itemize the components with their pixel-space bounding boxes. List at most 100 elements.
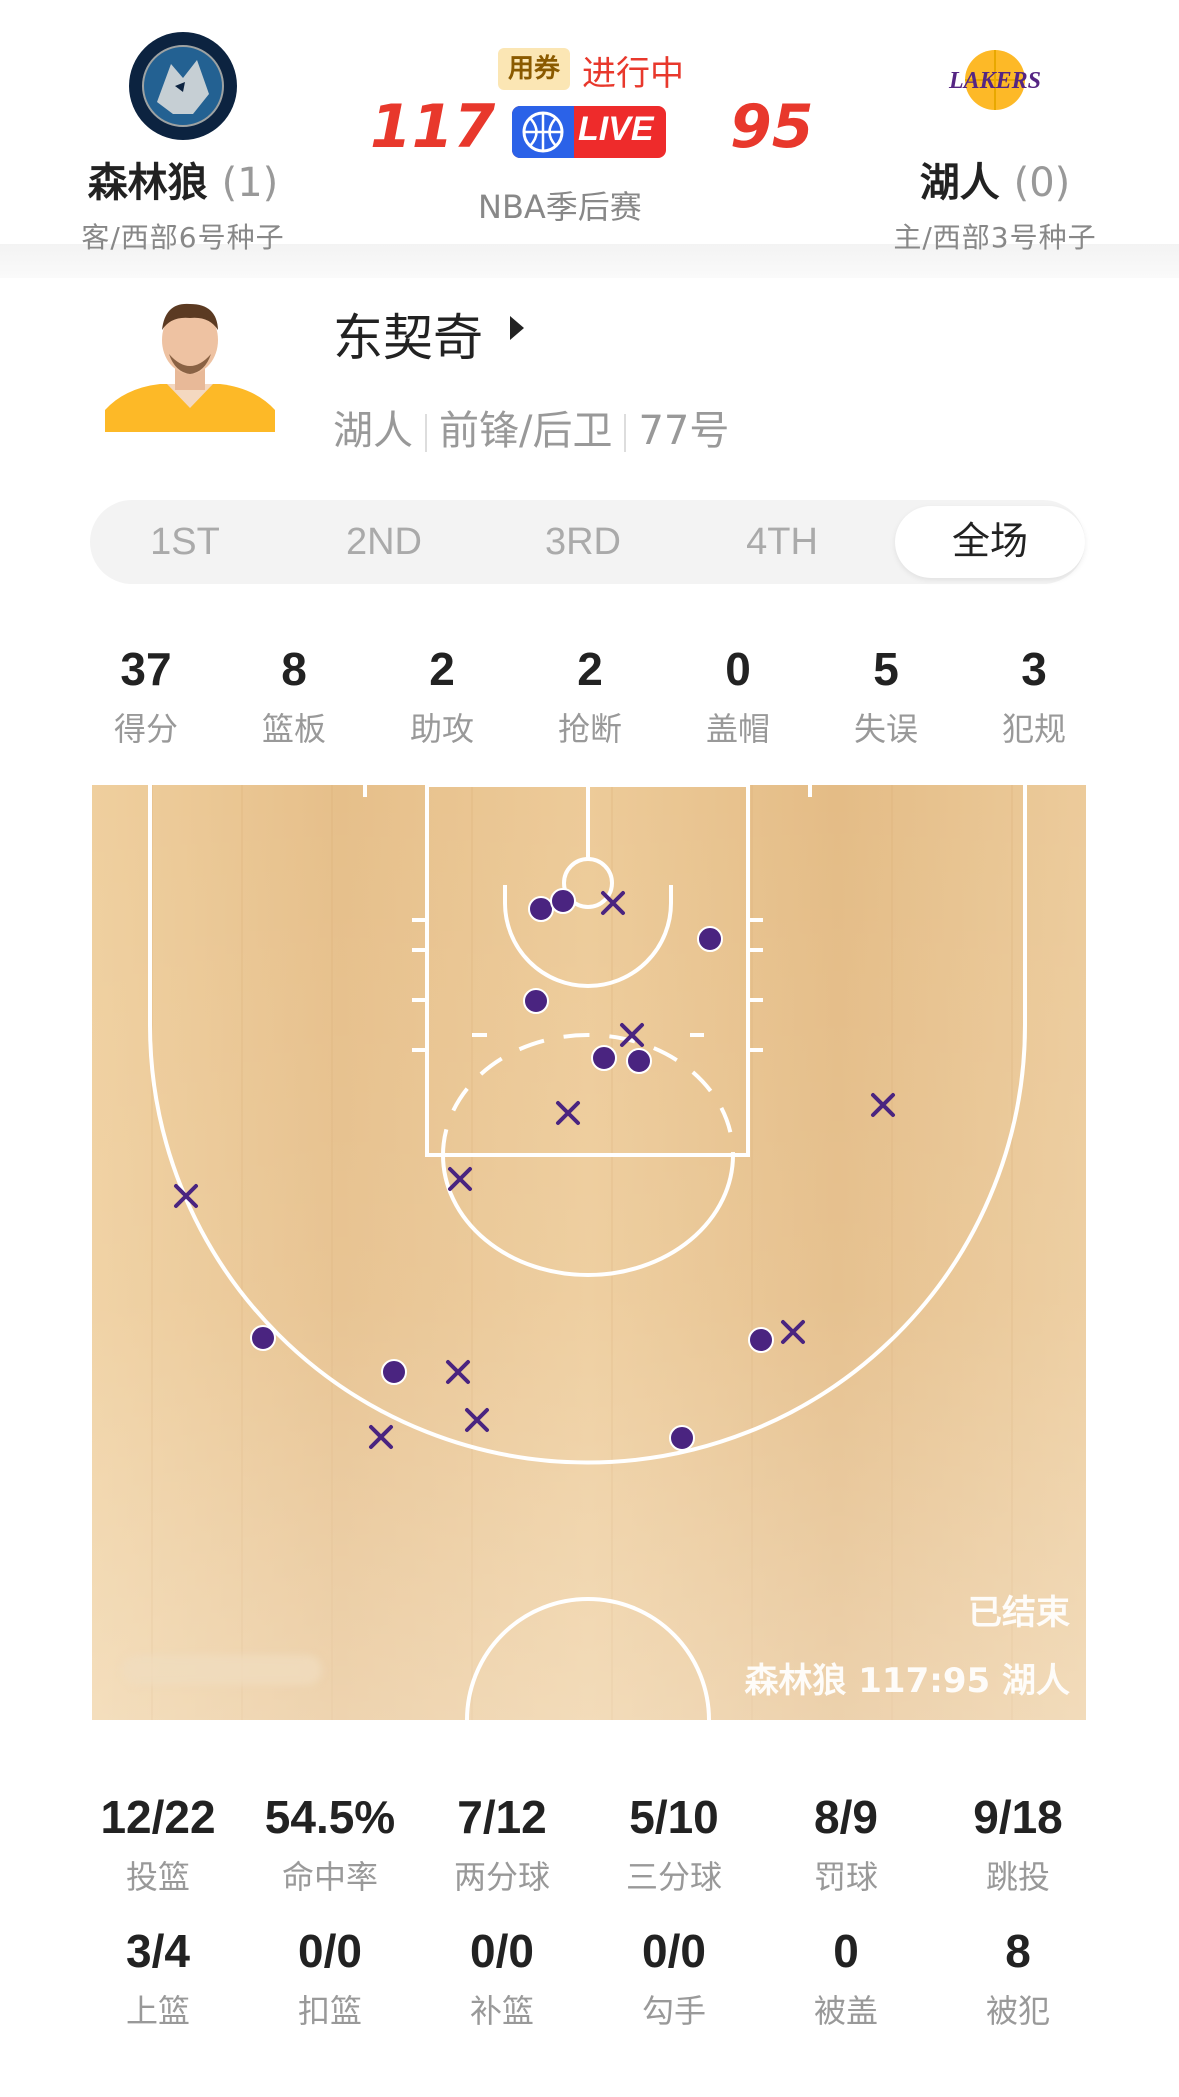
player-name[interactable]: 东契奇 — [333, 298, 483, 370]
away-team-seed: 客/西部6号种子 — [81, 221, 285, 254]
tab-3rd[interactable]: 3RD — [488, 506, 678, 578]
stat-rebounds: 8 篮板 — [220, 642, 368, 750]
shoot-fg-pct: 54.5% 命中率 — [244, 1790, 416, 1898]
timberwolves-logo-icon — [127, 30, 239, 142]
made-shot-marker — [381, 1359, 407, 1385]
away-team-name: 森林狼 (1) — [38, 150, 328, 208]
shoot-label: 勾手 — [641, 1992, 706, 2030]
made-shot-marker — [591, 1045, 617, 1071]
made-shot-marker — [748, 1327, 774, 1353]
made-shot-marker — [550, 888, 576, 914]
shoot-value: 0/0 — [470, 1925, 534, 1977]
shoot-value: 0/0 — [642, 1925, 706, 1977]
shoot-value: 0/0 — [298, 1925, 362, 1977]
stat-label: 助攻 — [409, 710, 474, 748]
home-team-name: 湖人 (0) — [850, 150, 1140, 208]
shoot-ft: 8/9 罚球 — [760, 1790, 932, 1898]
made-shot-marker — [626, 1048, 652, 1074]
shoot-label: 罚球 — [813, 1858, 878, 1896]
home-team-name-text: 湖人 — [919, 160, 1000, 206]
tab-1st[interactable]: 1ST — [90, 506, 280, 578]
shoot-value: 7/12 — [457, 1791, 547, 1843]
shoot-value: 3/4 — [126, 1925, 190, 1977]
shoot-fouled: 8 被犯 — [932, 1924, 1104, 2032]
shoot-label: 补篮 — [469, 1992, 534, 2030]
made-shot-marker — [523, 988, 549, 1014]
stat-assists: 2 助攻 — [368, 642, 516, 750]
stat-value: 5 — [873, 643, 899, 695]
stat-value: 3 — [1021, 643, 1047, 695]
game-status: 进行中 — [582, 54, 684, 94]
stat-value: 8 — [281, 643, 307, 695]
shoot-label: 两分球 — [453, 1858, 550, 1896]
shoot-label: 投篮 — [125, 1858, 190, 1896]
shoot-label: 上篮 — [125, 1992, 190, 2030]
shoot-label: 被盖 — [813, 1992, 878, 2030]
shoot-value: 12/22 — [100, 1791, 216, 1843]
shoot-dunk: 0/0 扣篮 — [244, 1924, 416, 2032]
tab-4th[interactable]: 4TH — [687, 506, 877, 578]
shoot-jumper: 9/18 跳投 — [932, 1790, 1104, 1898]
stat-blocks: 0 盖帽 — [664, 642, 812, 750]
made-shot-marker — [697, 926, 723, 952]
stat-label: 得分 — [113, 710, 178, 748]
shoot-value: 9/18 — [973, 1791, 1063, 1843]
game-header: 森林狼 (1) 客/西部6号种子 用券 进行中 117 LIVE 95 NBA季… — [0, 0, 1179, 278]
home-team-wins: (0) — [1013, 160, 1071, 206]
divider — [425, 414, 427, 452]
divider — [624, 414, 627, 452]
made-shot-marker — [528, 896, 554, 922]
shoot-value: 0 — [833, 1925, 859, 1977]
live-button[interactable]: LIVE — [512, 106, 666, 158]
lakers-logo-text: LAKERS — [948, 68, 1041, 94]
shoot-label: 扣篮 — [297, 1992, 362, 2030]
away-team[interactable]: 森林狼 (1) 客/西部6号种子 — [38, 30, 328, 256]
court-game-status: 已结束 — [968, 1593, 1070, 1633]
score-center: 用券 进行中 117 LIVE 95 NBA季后赛 — [350, 40, 830, 240]
shoot-label: 命中率 — [281, 1858, 378, 1896]
player-position: 前锋/后卫 — [439, 408, 613, 454]
home-team[interactable]: LAKERS 湖人 (0) 主/西部3号种子 — [850, 30, 1140, 256]
court-svg — [92, 785, 1086, 1720]
away-score: 117 — [370, 92, 496, 162]
stat-label: 篮板 — [261, 710, 326, 748]
shoot-label: 三分球 — [625, 1858, 722, 1896]
stat-value: 0 — [725, 643, 751, 695]
shoot-value: 54.5% — [264, 1791, 396, 1843]
shoot-value: 5/10 — [629, 1791, 719, 1843]
stat-label: 盖帽 — [705, 710, 770, 748]
tab-2nd[interactable]: 2ND — [289, 506, 479, 578]
made-shot-marker — [250, 1325, 276, 1351]
shot-chart: 已结束 森林狼 117:95 湖人 — [92, 785, 1086, 1720]
player-avatar[interactable] — [105, 292, 275, 432]
shoot-value: 8 — [1005, 1925, 1031, 1977]
period-tabs: 1ST 2ND 3RD 4TH 全场 — [90, 500, 1085, 584]
shoot-3pt: 5/10 三分球 — [588, 1790, 760, 1898]
away-team-name-text: 森林狼 — [87, 160, 208, 206]
player-team: 湖人 — [333, 408, 413, 454]
stat-turnovers: 5 失误 — [812, 642, 960, 750]
home-team-seed: 主/西部3号种子 — [893, 221, 1097, 254]
shoot-layup: 3/4 上篮 — [72, 1924, 244, 2032]
made-shot-marker — [669, 1425, 695, 1451]
player-detail-arrow-icon[interactable] — [510, 316, 524, 340]
shoot-fg: 12/22 投篮 — [72, 1790, 244, 1898]
shoot-2pt: 7/12 两分球 — [416, 1790, 588, 1898]
basketball-icon — [512, 106, 574, 158]
home-score: 95 — [730, 92, 814, 162]
tab-full-game[interactable]: 全场 — [895, 506, 1085, 578]
watermark — [122, 1655, 322, 1685]
stat-value: 2 — [429, 643, 455, 695]
stat-label: 犯规 — [1001, 710, 1066, 748]
stat-label: 失误 — [853, 710, 918, 748]
stat-value: 2 — [577, 643, 603, 695]
league-label: NBA季后赛 — [478, 188, 642, 226]
coupon-badge[interactable]: 用券 — [498, 48, 571, 90]
stat-fouls: 3 犯规 — [960, 642, 1108, 750]
stat-value: 37 — [120, 643, 172, 695]
shoot-label: 跳投 — [985, 1858, 1050, 1896]
player-meta: 湖人 前锋/后卫 77号 — [333, 398, 729, 456]
stat-points: 37 得分 — [72, 642, 220, 750]
shoot-value: 8/9 — [814, 1791, 878, 1843]
stat-label: 抢断 — [557, 710, 622, 748]
